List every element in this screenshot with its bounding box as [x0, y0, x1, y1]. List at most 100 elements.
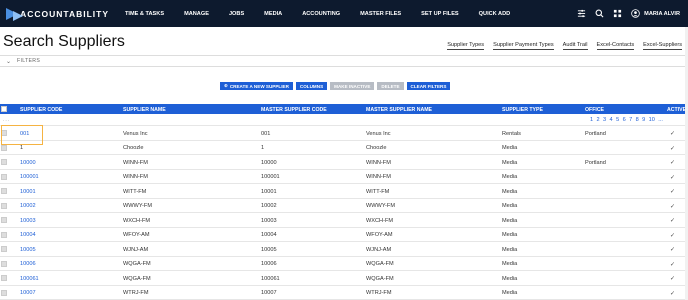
row-checkbox[interactable]	[1, 260, 7, 267]
supplier-code-cell: 1	[20, 145, 24, 151]
menu-quick-add[interactable]: QUICK ADD	[479, 11, 511, 17]
sliders-icon[interactable]	[576, 9, 586, 19]
main-menu: TIME & TASKS MANAGE JOBS MEDIA ACCOUNTIN…	[119, 11, 510, 17]
row-checkbox[interactable]	[1, 188, 7, 194]
row-checkbox[interactable]	[1, 173, 7, 180]
page-link[interactable]: 2	[597, 117, 600, 123]
link-supplier-payment-types[interactable]: Supplier Payment Types	[493, 42, 554, 50]
user-name[interactable]: MARIA ALVIR	[644, 11, 680, 17]
page-link[interactable]: 8	[636, 117, 639, 123]
row-checkbox[interactable]	[1, 217, 7, 223]
filters-toggle[interactable]: ⌄ FILTERS	[0, 55, 688, 67]
table-row[interactable]: 10003 WXCH-FM 10003 WXCH-FM Media ✓	[0, 213, 688, 228]
header-supplier-name[interactable]: SUPPLIER NAME	[123, 107, 166, 113]
create-supplier-button[interactable]: ⊕ CREATE A NEW SUPPLIER	[220, 82, 293, 90]
master-supplier-code-cell: 10007	[261, 290, 277, 296]
row-checkbox[interactable]	[1, 231, 7, 238]
active-check-icon: ✓	[670, 232, 676, 239]
page-link[interactable]: 5	[616, 117, 619, 123]
link-excel-suppliers[interactable]: Excel-Suppliers	[643, 42, 682, 50]
header-master-supplier-name[interactable]: MASTER SUPPLIER NAME	[366, 107, 432, 113]
menu-master-files[interactable]: MASTER FILES	[360, 11, 401, 17]
grid-icon[interactable]	[612, 9, 622, 19]
table-row[interactable]: 10007 WTRJ-FM 10007 WTRJ-FM Media ✓	[0, 286, 688, 300]
header-master-supplier-code[interactable]: MASTER SUPPLIER CODE	[261, 107, 327, 113]
page-link[interactable]: 1	[590, 117, 593, 123]
pager-dots: ...	[3, 117, 11, 123]
supplier-code-cell[interactable]: 10006	[20, 261, 36, 267]
master-supplier-name-cell: WWWY-FM	[366, 203, 395, 209]
page-link[interactable]: 9	[642, 117, 645, 123]
link-excel-contacts[interactable]: Excel-Contacts	[596, 42, 635, 50]
supplier-code-cell[interactable]: 10002	[20, 203, 36, 209]
menu-time-tasks[interactable]: TIME & TASKS	[125, 11, 164, 17]
row-checkbox[interactable]	[1, 202, 7, 209]
office-cell: Portland	[585, 130, 606, 137]
search-icon[interactable]	[594, 9, 604, 19]
row-checkbox[interactable]	[1, 275, 7, 281]
active-check-icon: ✓	[670, 261, 676, 268]
supplier-code-cell[interactable]: 10003	[20, 218, 36, 224]
delete-button[interactable]: DELETE	[377, 82, 404, 90]
supplier-type-cell: Media	[502, 145, 518, 151]
row-checkbox[interactable]	[1, 144, 7, 151]
brand[interactable]: ACCOUNTABILITY	[6, 7, 109, 21]
link-audit-trail[interactable]: Audit Trail	[562, 42, 588, 50]
brand-name: ACCOUNTABILITY	[20, 8, 109, 19]
supplier-code-cell[interactable]: 10007	[20, 290, 36, 296]
page-link[interactable]: 10	[649, 117, 655, 123]
row-checkbox[interactable]	[1, 246, 7, 252]
supplier-code-cell[interactable]: 10005	[20, 247, 36, 253]
table-header: SUPPLIER CODE SUPPLIER NAME MASTER SUPPL…	[0, 104, 688, 114]
plus-circle-icon: ⊕	[224, 83, 228, 88]
columns-button[interactable]: COLUMNS	[295, 82, 328, 90]
table-row[interactable]: 10006 WQGA-FM 10006 WQGA-FM Media ✓	[0, 257, 688, 271]
supplier-code-cell[interactable]: 10004	[20, 232, 36, 238]
supplier-type-cell: Media	[502, 275, 518, 282]
row-checkbox[interactable]	[1, 289, 7, 296]
chevron-down-icon: ⌄	[6, 58, 12, 65]
table-row[interactable]: 10002 WWWY-FM 10002 WWWY-FM Media ✓	[0, 199, 688, 213]
supplier-name-cell: WQGA-FM	[123, 261, 151, 267]
table-row[interactable]: 10005 WJNJ-AM 10005 WJNJ-AM Media ✓	[0, 242, 688, 257]
active-check-icon: ✓	[670, 247, 676, 253]
supplier-code-cell[interactable]: 100001	[20, 174, 39, 180]
select-all-checkbox[interactable]	[1, 106, 7, 112]
menu-accounting[interactable]: ACCOUNTING	[302, 11, 340, 17]
menu-set-up-files[interactable]: SET UP FILES	[421, 11, 459, 17]
menu-media[interactable]: MEDIA	[264, 11, 282, 17]
table-row[interactable]: 1 Choozle 1 Choozle Media ✓	[0, 141, 688, 155]
header-supplier-type[interactable]: SUPPLIER TYPE	[502, 107, 543, 113]
table-row[interactable]: 100001 WINN-FM 100001 WINN-FM Media ✓	[0, 170, 688, 184]
user-icon[interactable]	[630, 9, 640, 19]
master-supplier-name-cell: WQGA-FM	[366, 275, 394, 282]
make-inactive-button[interactable]: MAKE INACTIVE	[330, 82, 375, 90]
row-checkbox[interactable]	[1, 159, 7, 165]
table-row[interactable]: 10000 WINN-FM 10000 WINN-FM Media Portland ✓	[0, 155, 688, 170]
supplier-code-cell[interactable]: 100061	[20, 276, 39, 282]
table-row[interactable]: 100061 WQGA-FM 100061 WQGA-FM Media ✓	[0, 271, 688, 286]
page-link[interactable]: 6	[623, 117, 626, 123]
page-link[interactable]: ...	[658, 117, 663, 123]
table-row[interactable]: 10004 WFOY-AM 10004 WFOY-AM Media ✓	[0, 228, 688, 242]
page-link[interactable]: 3	[603, 117, 606, 123]
supplier-type-cell: Media	[502, 290, 518, 296]
header-supplier-code[interactable]: SUPPLIER CODE	[20, 107, 62, 113]
menu-manage[interactable]: MANAGE	[184, 11, 209, 17]
page-link[interactable]: 7	[629, 117, 632, 123]
supplier-code-cell[interactable]: 10001	[20, 189, 36, 195]
active-check-icon: ✓	[670, 290, 676, 297]
clear-filters-button[interactable]: CLEAR FILTERS	[406, 82, 451, 90]
master-supplier-code-cell: 10000	[261, 159, 277, 166]
menu-jobs[interactable]: JOBS	[229, 11, 244, 17]
top-navigation: ACCOUNTABILITY TIME & TASKS MANAGE JOBS …	[0, 0, 688, 27]
table-row[interactable]: 10001 WITT-FM 10001 WITT-FM Media ✓	[0, 184, 688, 199]
master-supplier-name-cell: WFOY-AM	[366, 232, 393, 238]
nav-right: MARIA ALVIR	[568, 0, 680, 27]
link-supplier-types[interactable]: Supplier Types	[447, 42, 485, 50]
header-office[interactable]: OFFICE	[585, 107, 604, 113]
header-active[interactable]: ACTIVE	[667, 107, 686, 113]
table-row[interactable]: 001 Venus Inc 001 Venus Inc Rentals Portland ✓	[0, 126, 688, 141]
page-link[interactable]: 4	[610, 117, 613, 123]
supplier-code-cell[interactable]: 10000	[20, 160, 36, 166]
